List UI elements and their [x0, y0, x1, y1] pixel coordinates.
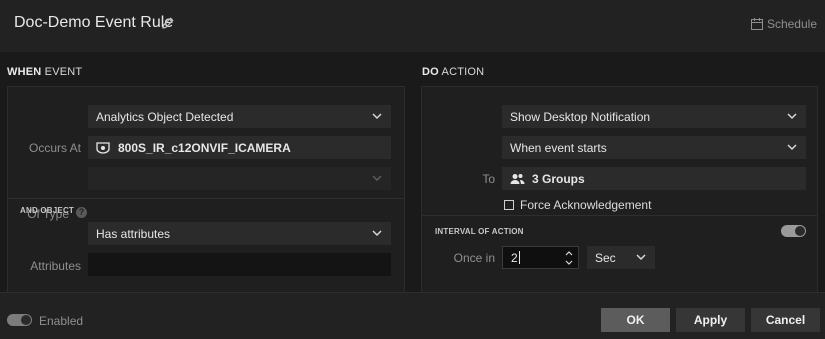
help-icon[interactable]: ? [76, 207, 87, 218]
action-type-value: Show Desktop Notification [510, 109, 651, 124]
enabled-toggle[interactable] [7, 314, 32, 326]
rule-content: WHEN EVENT Analytics Object Detected Occ… [0, 52, 825, 292]
chevron-down-icon [372, 175, 382, 182]
checkbox-box[interactable] [504, 200, 514, 210]
cancel-button[interactable]: Cancel [751, 308, 820, 332]
when-event-panel: Analytics Object Detected Occurs At 800S… [7, 86, 405, 292]
and-object-heading: AND OBJECT [20, 206, 75, 215]
section-divider [422, 215, 817, 216]
text-caret [518, 251, 520, 264]
chevron-down-icon [372, 230, 382, 237]
schedule-button[interactable]: Schedule [750, 17, 817, 31]
timing-select[interactable]: When event starts [502, 136, 806, 159]
recipients-field[interactable]: 3 Groups [502, 167, 806, 190]
interval-stepper[interactable]: 2 [502, 246, 579, 269]
action-type-select[interactable]: Show Desktop Notification [502, 105, 806, 128]
interval-value: 2 [511, 250, 518, 265]
apply-button[interactable]: Apply [676, 308, 745, 332]
unit-value: Sec [595, 250, 616, 265]
when-event-heading: WHEN EVENT [7, 66, 83, 78]
schedule-label: Schedule [766, 17, 817, 31]
to-label: To [482, 172, 495, 186]
calendar-icon [750, 18, 763, 30]
chevron-down-icon [787, 113, 797, 120]
attributes-label: Attributes [30, 259, 81, 273]
dialog-footer: Enabled OK Apply Cancel [0, 292, 825, 339]
of-type-select[interactable] [88, 167, 391, 190]
chevron-down-icon [636, 254, 646, 261]
force-ack-checkbox[interactable]: Force Acknowledgement [504, 198, 651, 212]
attributes-input[interactable] [88, 253, 391, 276]
object-condition-select[interactable]: Has attributes [88, 222, 391, 245]
timing-value: When event starts [510, 140, 607, 155]
occurs-at-field[interactable]: 800S_IR_c12ONVIF_ICAMERA [88, 136, 391, 159]
pencil-icon[interactable] [160, 15, 176, 31]
ok-button[interactable]: OK [601, 308, 670, 332]
interval-heading: INTERVAL OF ACTION [435, 227, 524, 236]
event-type-select[interactable]: Analytics Object Detected [88, 105, 391, 128]
recipients-value: 3 Groups [532, 171, 585, 186]
section-divider [8, 198, 404, 199]
do-action-heading: DO ACTION [422, 66, 485, 78]
event-type-value: Analytics Object Detected [96, 109, 234, 124]
interval-toggle[interactable] [781, 225, 806, 237]
enabled-label: Enabled [39, 314, 84, 328]
rule-title: Doc-Demo Event Rule [14, 14, 174, 31]
unit-select[interactable]: Sec [587, 246, 655, 269]
force-ack-label: Force Acknowledgement [520, 198, 652, 212]
chevron-down-icon [787, 144, 797, 151]
camera-icon [96, 141, 110, 154]
chevron-down-icon [372, 113, 382, 120]
users-icon [510, 173, 525, 184]
stepper-arrows-icon[interactable] [565, 249, 573, 267]
do-action-panel: Show Desktop Notification When event sta… [421, 86, 818, 292]
object-condition-value: Has attributes [96, 226, 171, 241]
once-in-label: Once in [453, 251, 495, 265]
title-bar: Doc-Demo Event Rule Schedule [0, 0, 825, 52]
occurs-at-value: 800S_IR_c12ONVIF_ICAMERA [118, 140, 291, 155]
occurs-at-label: Occurs At [28, 141, 81, 155]
